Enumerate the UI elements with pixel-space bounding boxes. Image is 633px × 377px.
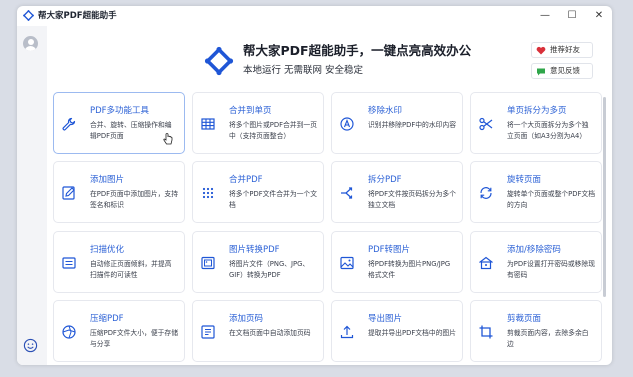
tool-card[interactable]: 剪裁页面剪裁页面内容，去除多余白边 [470, 300, 602, 362]
tool-description: 将图片文件（PNG、JPG、GIF）转换为PDF [229, 260, 310, 279]
tool-description: 在文档页面中自动添加页码 [229, 329, 311, 337]
avatar[interactable] [23, 36, 38, 51]
hero-subtitle: 本地运行 无需联网 安全稳定 [243, 65, 364, 76]
feedback-label: 意见反馈 [550, 66, 580, 75]
tool-name: 导出图片 [368, 314, 403, 324]
pdf-to-image-icon [340, 256, 354, 270]
app-title: 帮大家PDF超能助手 [38, 11, 117, 21]
tool-card[interactable]: 添加图片在PDF页面中添加图片，支持签名和标识 [53, 161, 185, 223]
tool-name: 合并PDF [229, 175, 263, 185]
tool-description: 在PDF页面中添加图片，支持签名和标识 [90, 190, 178, 209]
tool-card[interactable]: 单页拆分为多页将一个大页面拆分为多个独立页面（如A3分割为A4） [470, 92, 602, 154]
tool-description: 压缩PDF文件大小，便于存储与分享 [90, 329, 178, 348]
app-window: 帮大家PDF超能助手 — ☐ ✕ 帮大家PDF超能助手，一键点亮高效办公 本地运… [17, 6, 612, 365]
scrollbar[interactable] [603, 97, 606, 297]
hand-cursor-icon [163, 133, 173, 145]
scissors-icon [479, 117, 493, 131]
title-bar: 帮大家PDF超能助手 — ☐ ✕ [17, 6, 612, 26]
tool-card[interactable]: 扫描优化自动修正页面倾斜，并提高扫描件的可读性 [53, 231, 185, 293]
rotate-icon [480, 187, 492, 199]
tool-card[interactable]: 移除水印识别并移除PDF中的水印内容 [331, 92, 463, 154]
tool-name: 添加页码 [229, 314, 264, 324]
tool-name: 旋转页面 [507, 175, 542, 185]
tool-card[interactable]: 旋转页面旋转单个页面或整个PDF文档的方向 [470, 161, 602, 223]
tool-name: 添加图片 [90, 175, 125, 185]
tool-description: 识别并移除PDF中的水印内容 [368, 121, 456, 129]
tool-card[interactable]: PDF转图片将PDF转换为图片PNG/JPG格式文件 [331, 231, 463, 293]
export-icon [340, 325, 354, 339]
feedback-button[interactable]: 意见反馈 [531, 63, 593, 79]
tool-name: 图片转换PDF [229, 245, 280, 255]
crop-icon [479, 325, 493, 339]
tool-description: 将PDF转换为图片PNG/JPG格式文件 [368, 260, 451, 279]
tool-card[interactable]: 添加/移除密码为PDF设置打开密码或移除现有密码 [470, 231, 602, 293]
pen-icon [62, 186, 75, 200]
minimize-button[interactable]: — [531, 6, 559, 26]
tool-card[interactable]: 合并PDF 将多个PDF文件合并为一个文档 [192, 161, 324, 223]
close-button[interactable]: ✕ [585, 6, 612, 26]
merge-icon [202, 187, 214, 199]
page-number-icon [201, 325, 215, 339]
scan-icon [62, 257, 76, 269]
tool-description: 将PDF文件按页码拆分为多个独立文档 [368, 190, 456, 209]
heart-icon [536, 46, 546, 54]
compress-icon [62, 325, 76, 339]
tool-description: 提取并导出PDF文档中的图片 [368, 329, 456, 337]
recommend-friend-button[interactable]: 推荐好友 [531, 42, 593, 58]
wrench-icon [62, 117, 76, 131]
tool-description: 旋转单个页面或整个PDF文档的方向 [507, 190, 595, 209]
tool-description: 将多个图片或PDF合并到一页中（支持页面整合） [229, 121, 317, 140]
image-to-pdf-icon [201, 256, 215, 270]
tool-card[interactable]: 添加页码在文档页面中自动添加页码 [192, 300, 324, 362]
tool-description: 为PDF设置打开密码或移除现有密码 [507, 260, 595, 279]
tool-card[interactable]: 拆分PDF 将PDF文件按页码拆分为多个独立文档 [331, 161, 463, 223]
tool-grid: PDF多功能工具 合并、旋转、压缩操作和编辑PDF页面 合并到单页 将多个图片或PDF… [53, 92, 602, 365]
grid-icon [201, 118, 215, 130]
smiley-icon[interactable] [23, 338, 38, 353]
brand-logo-icon [204, 46, 234, 76]
tool-name: 移除水印 [368, 106, 403, 116]
chat-bubble-icon [537, 68, 545, 75]
tool-card[interactable]: 导出图片提取并导出PDF文档中的图片 [331, 300, 463, 362]
tool-name: PDF多功能工具 [90, 106, 150, 116]
app-logo-icon [23, 10, 34, 21]
watermark-icon [340, 117, 354, 131]
tool-name: 拆分PDF [368, 175, 402, 185]
tool-name: 压缩PDF [90, 314, 124, 324]
tool-card[interactable]: 压缩PDF 压缩PDF文件大小，便于存储与分享 [53, 300, 185, 362]
tool-description: 自动修正页面倾斜，并提高扫描件的可读性 [90, 260, 172, 279]
tool-card[interactable]: 合并到单页将多个图片或PDF合并到一页中（支持页面整合） [192, 92, 324, 154]
tool-name: 添加/移除密码 [507, 245, 561, 255]
recommend-label: 推荐好友 [550, 45, 580, 54]
tool-name: 扫描优化 [90, 245, 125, 255]
tool-description: 将多个PDF文件合并为一个文档 [229, 190, 317, 209]
tool-name: 单页拆分为多页 [507, 106, 567, 116]
tool-description: 剪裁页面内容，去除多余白边 [507, 329, 589, 348]
tool-description: 将一个大页面拆分为多个独立页面（如A3分割为A4） [507, 121, 589, 140]
tool-name: PDF转图片 [368, 245, 411, 255]
maximize-button[interactable]: ☐ [558, 6, 586, 26]
hero-title: 帮大家PDF超能助手，一键点亮高效办公 [243, 43, 472, 58]
lock-icon [479, 256, 493, 270]
split-icon [341, 187, 353, 199]
tool-name: 合并到单页 [229, 106, 272, 116]
tool-card[interactable]: 图片转换PDF 将图片文件（PNG、JPG、GIF）转换为PDF [192, 231, 324, 293]
tool-name: 剪裁页面 [507, 314, 542, 324]
sidebar [17, 26, 47, 365]
